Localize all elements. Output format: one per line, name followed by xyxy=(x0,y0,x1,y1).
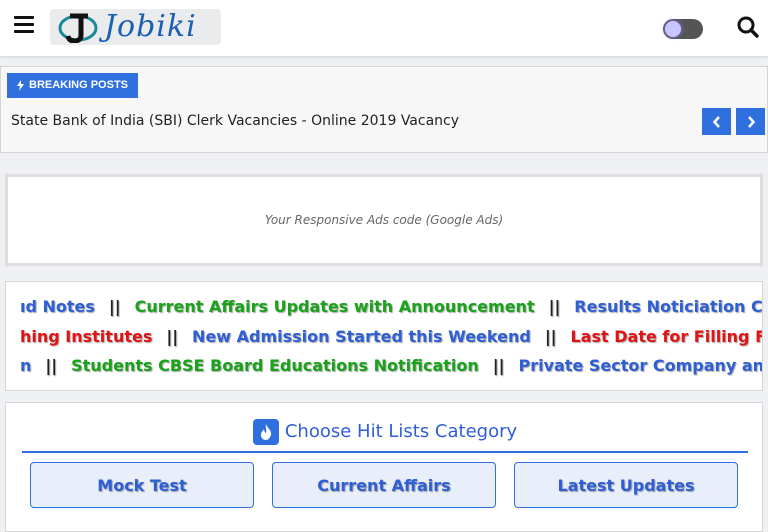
logo-text: Jobiki xyxy=(104,9,197,44)
breaking-badge-label: BREAKING POSTS xyxy=(29,79,129,91)
breaking-posts-panel: BREAKING POSTS State Bank of India (SBI)… xyxy=(0,66,768,153)
marquee-item[interactable]: hing Institutes xyxy=(20,327,152,346)
marquee-item[interactable]: New Admission Started this Weekend xyxy=(192,327,531,346)
news-marquee: ıd Notes || Current Affairs Updates with A… xyxy=(5,281,763,391)
marquee-separator: || xyxy=(45,356,58,375)
chevron-right-icon xyxy=(747,115,755,128)
marquee-line-3: n || Students CBSE Board Educations Notifi… xyxy=(20,356,762,375)
logo-j-icon xyxy=(58,13,98,43)
toggle-knob xyxy=(665,21,681,37)
marquee-item[interactable]: Students CBSE Board Educations Notificat… xyxy=(71,356,479,375)
marquee-separator: || xyxy=(166,327,179,346)
chevron-left-icon xyxy=(712,115,720,128)
category-header: Choose Hit Lists Category xyxy=(22,419,748,453)
marquee-separator: || xyxy=(548,297,561,316)
bolt-icon xyxy=(17,80,24,91)
breaking-badge: BREAKING POSTS xyxy=(7,73,139,98)
mock-test-button[interactable]: Mock Test xyxy=(30,462,254,508)
latest-updates-button[interactable]: Latest Updates xyxy=(514,462,738,508)
marquee-line-2: hing Institutes || New Admission Started t… xyxy=(20,327,763,346)
fire-icon xyxy=(252,419,279,445)
top-bar: Jobiki xyxy=(0,0,768,56)
marquee-separator: || xyxy=(108,297,121,316)
marquee-item[interactable]: Current Affairs Updates with Announcemen… xyxy=(135,297,535,316)
category-panel: Choose Hit Lists Category Mock Test Curr… xyxy=(5,402,763,532)
marquee-item[interactable]: ıd Notes xyxy=(20,297,95,316)
next-button[interactable] xyxy=(736,108,765,135)
prev-button[interactable] xyxy=(702,108,731,135)
marquee-item[interactable]: n xyxy=(20,356,31,375)
marquee-separator: || xyxy=(544,327,557,346)
category-title: Choose Hit Lists Category xyxy=(284,421,518,442)
current-affairs-button[interactable]: Current Affairs xyxy=(272,462,496,508)
site-logo[interactable]: Jobiki xyxy=(50,9,221,45)
menu-icon[interactable] xyxy=(14,16,34,38)
search-icon[interactable] xyxy=(737,16,759,38)
dark-mode-toggle[interactable] xyxy=(663,19,703,39)
breaking-headline[interactable]: State Bank of India (SBI) Clerk Vacancie… xyxy=(11,113,459,129)
marquee-item[interactable]: Private Sector Company and their I xyxy=(518,356,762,375)
marquee-separator: || xyxy=(492,356,505,375)
marquee-line-1: ıd Notes || Current Affairs Updates with A… xyxy=(20,297,762,316)
ads-text: Your Responsive Ads code (Google Ads) xyxy=(264,213,504,227)
marquee-item[interactable]: Last Date for Filling Form of I xyxy=(571,327,763,346)
marquee-item[interactable]: Results Noticiation Coming xyxy=(574,297,762,316)
ads-placeholder: Your Responsive Ads code (Google Ads) xyxy=(5,174,763,266)
